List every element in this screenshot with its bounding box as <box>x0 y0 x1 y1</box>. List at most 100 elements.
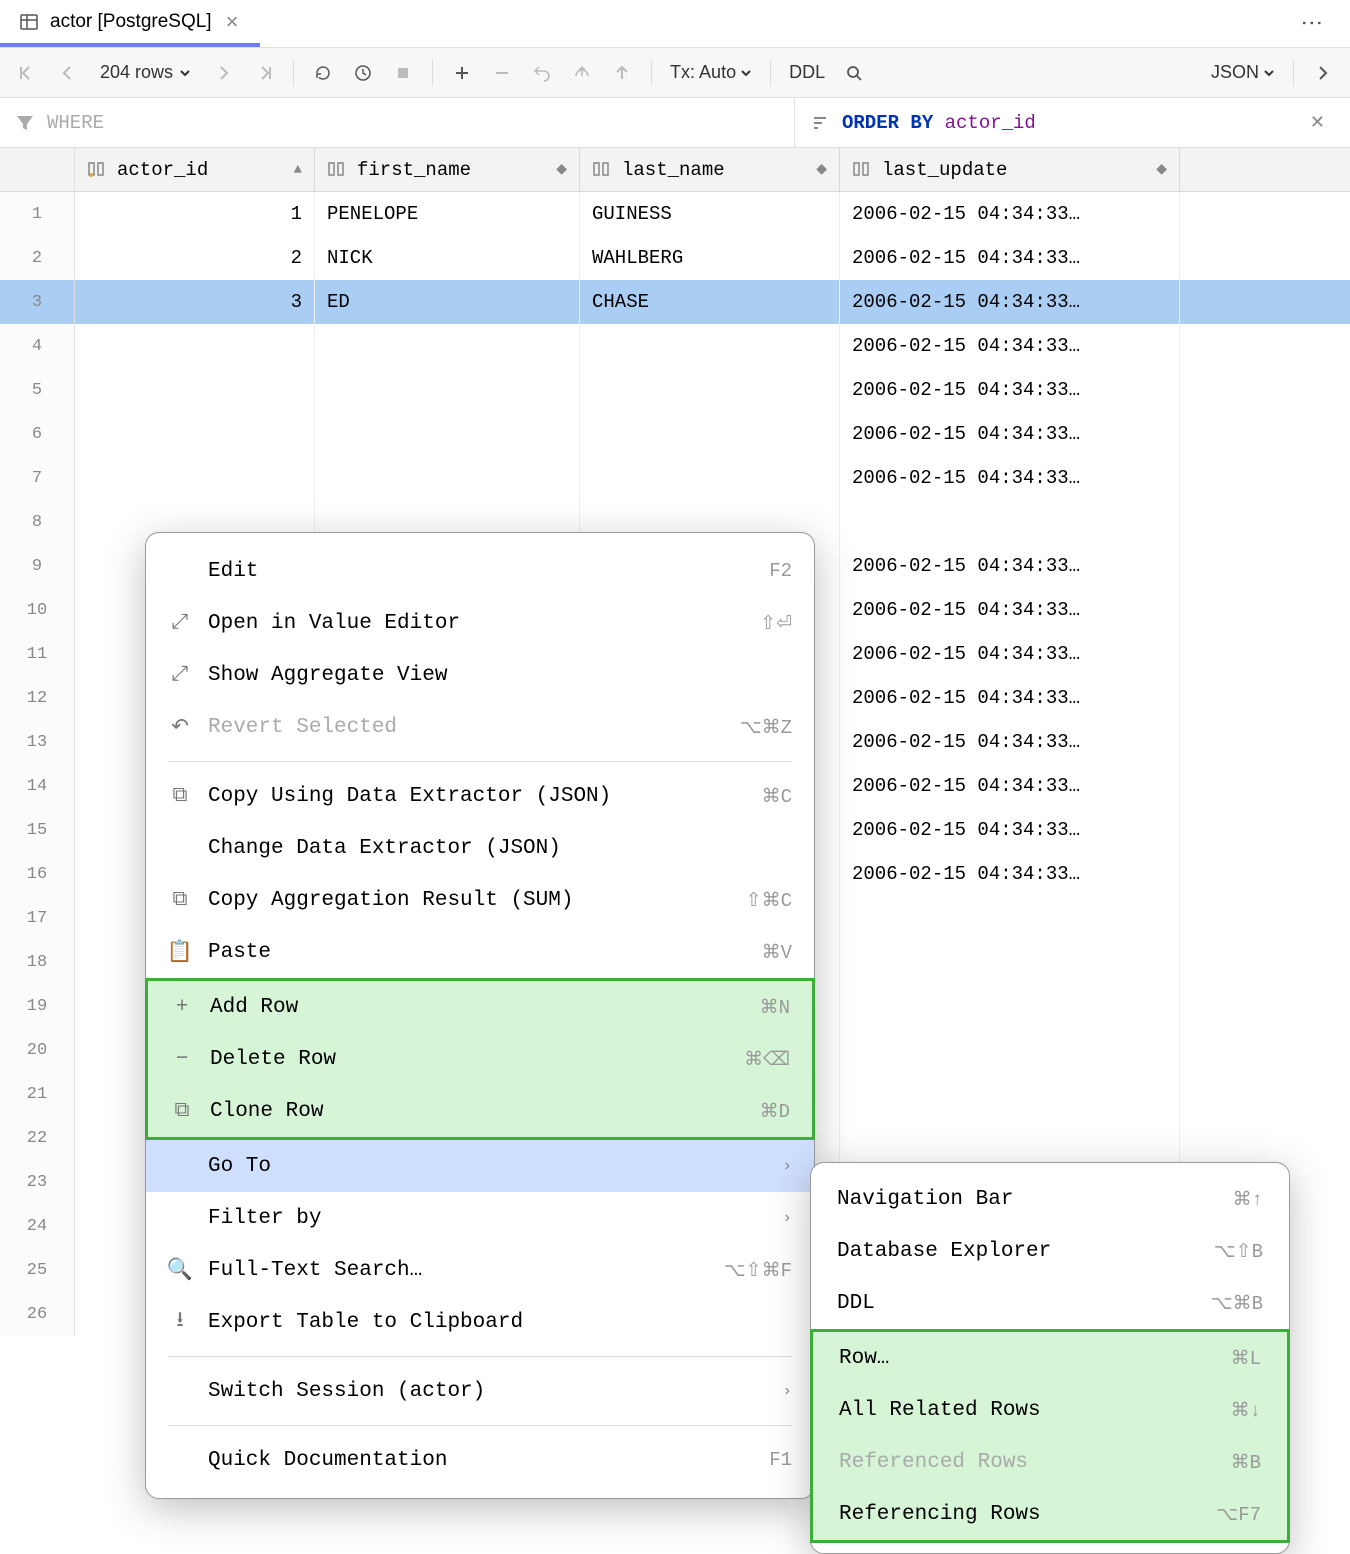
table-row[interactable]: 72006-02-15 04:34:33… <box>0 456 1350 500</box>
cell-last-update[interactable]: 2006-02-15 04:34:33… <box>840 368 1180 412</box>
ctx-full-text-search[interactable]: 🔍Full-Text Search…⌥⇧⌘F <box>146 1244 814 1296</box>
table-row[interactable]: 62006-02-15 04:34:33… <box>0 412 1350 456</box>
cell-last-update[interactable]: 2006-02-15 04:34:33… <box>840 676 1180 720</box>
cell-last-update[interactable]: 2006-02-15 04:34:33… <box>840 632 1180 676</box>
submit-icon[interactable] <box>605 56 639 90</box>
cell-last-update[interactable] <box>840 1072 1180 1116</box>
column-header-actor-id[interactable]: actor_id ▲ <box>75 148 315 191</box>
ctx-copy-aggregation[interactable]: ⧉Copy Aggregation Result (SUM)⇧⌘C <box>146 874 814 926</box>
ctx-aggregate-view[interactable]: ⤢Show Aggregate View <box>146 649 814 701</box>
sub-ddl[interactable]: DDL⌥⌘B <box>811 1277 1289 1329</box>
cell-last-update[interactable] <box>840 1116 1180 1160</box>
search-icon[interactable] <box>837 56 871 90</box>
cell-last-update[interactable] <box>840 500 1180 544</box>
cell-first-name[interactable] <box>315 324 580 368</box>
revert-icon[interactable] <box>525 56 559 90</box>
cell-last-update[interactable]: 2006-02-15 04:34:33… <box>840 192 1180 236</box>
ctx-filter-by[interactable]: Filter by› <box>146 1192 814 1244</box>
cell-last-update[interactable]: 2006-02-15 04:34:33… <box>840 324 1180 368</box>
cell-last-name[interactable]: WAHLBERG <box>580 236 840 280</box>
column-header-last-name[interactable]: last_name ◆ <box>580 148 840 191</box>
cell-last-update[interactable] <box>840 984 1180 1028</box>
cell-last-name[interactable] <box>580 368 840 412</box>
next-page-icon[interactable] <box>207 56 241 90</box>
ctx-switch-session[interactable]: Switch Session (actor)› <box>146 1365 814 1417</box>
add-row-icon[interactable] <box>445 56 479 90</box>
expand-icon[interactable] <box>1306 56 1340 90</box>
delete-row-icon[interactable] <box>485 56 519 90</box>
row-count-dropdown[interactable]: 204 rows <box>90 62 201 83</box>
first-page-icon[interactable] <box>10 56 44 90</box>
format-dropdown[interactable]: JSON <box>1205 62 1281 83</box>
sub-row[interactable]: Row…⌘L <box>813 1332 1287 1384</box>
ctx-copy-extractor[interactable]: ⧉Copy Using Data Extractor (JSON)⌘C <box>146 770 814 822</box>
cell-actor-id[interactable] <box>75 456 315 500</box>
column-header-first-name[interactable]: first_name ◆ <box>315 148 580 191</box>
cell-last-update[interactable] <box>840 940 1180 984</box>
cell-last-name[interactable]: GUINESS <box>580 192 840 236</box>
cell-actor-id[interactable] <box>75 324 315 368</box>
close-tab-icon[interactable]: × <box>222 9 243 35</box>
table-row[interactable]: 42006-02-15 04:34:33… <box>0 324 1350 368</box>
cell-last-update[interactable]: 2006-02-15 04:34:33… <box>840 808 1180 852</box>
last-page-icon[interactable] <box>247 56 281 90</box>
cell-last-update[interactable]: 2006-02-15 04:34:33… <box>840 764 1180 808</box>
cell-last-update[interactable]: 2006-02-15 04:34:33… <box>840 720 1180 764</box>
ctx-open-value-editor[interactable]: ⤢Open in Value Editor⇧⏎ <box>146 597 814 649</box>
cell-first-name[interactable]: ED <box>315 280 580 324</box>
ctx-go-to[interactable]: Go To› <box>146 1140 814 1192</box>
cell-last-update[interactable]: 2006-02-15 04:34:33… <box>840 544 1180 588</box>
column-header-last-update[interactable]: last_update ◆ <box>840 148 1180 191</box>
cell-first-name[interactable]: NICK <box>315 236 580 280</box>
cell-last-update[interactable]: 2006-02-15 04:34:33… <box>840 588 1180 632</box>
ctx-edit[interactable]: EditF2 <box>146 545 814 597</box>
cell-actor-id[interactable] <box>75 368 315 412</box>
cell-first-name[interactable] <box>315 368 580 412</box>
ctx-add-row[interactable]: +Add Row⌘N <box>148 981 812 1033</box>
cell-actor-id[interactable]: 1 <box>75 192 315 236</box>
cell-last-name[interactable] <box>580 412 840 456</box>
cell-last-name[interactable] <box>580 456 840 500</box>
cell-first-name[interactable] <box>315 456 580 500</box>
ctx-export-clipboard[interactable]: ⭳Export Table to Clipboard <box>146 1296 814 1348</box>
cell-last-update[interactable]: 2006-02-15 04:34:33… <box>840 236 1180 280</box>
clock-page-icon[interactable] <box>346 56 380 90</box>
cell-last-update[interactable]: 2006-02-15 04:34:33… <box>840 852 1180 896</box>
ctx-change-extractor[interactable]: Change Data Extractor (JSON) <box>146 822 814 874</box>
cell-last-update[interactable]: 2006-02-15 04:34:33… <box>840 456 1180 500</box>
cell-first-name[interactable]: PENELOPE <box>315 192 580 236</box>
sub-navigation-bar[interactable]: Navigation Bar⌘↑ <box>811 1173 1289 1225</box>
cell-last-update[interactable]: 2006-02-15 04:34:33… <box>840 280 1180 324</box>
ctx-clone-row[interactable]: ⧉Clone Row⌘D <box>148 1085 812 1137</box>
tx-dropdown[interactable]: Tx: Auto <box>664 62 758 83</box>
clear-order-icon[interactable]: ✕ <box>1310 112 1335 133</box>
editor-tab[interactable]: actor [PostgreSQL] × <box>0 0 260 47</box>
cell-actor-id[interactable]: 3 <box>75 280 315 324</box>
ctx-paste[interactable]: 📋Paste⌘V <box>146 926 814 978</box>
prev-page-icon[interactable] <box>50 56 84 90</box>
where-input[interactable]: WHERE <box>47 112 104 134</box>
cell-first-name[interactable] <box>315 412 580 456</box>
cell-last-update[interactable]: 2006-02-15 04:34:33… <box>840 412 1180 456</box>
table-row[interactable]: 11PENELOPEGUINESS2006-02-15 04:34:33… <box>0 192 1350 236</box>
ctx-quick-doc[interactable]: Quick DocumentationF1 <box>146 1434 814 1486</box>
table-row[interactable]: 22NICKWAHLBERG2006-02-15 04:34:33… <box>0 236 1350 280</box>
cell-last-name[interactable]: CHASE <box>580 280 840 324</box>
cell-actor-id[interactable] <box>75 412 315 456</box>
sub-all-related-rows[interactable]: All Related Rows⌘↓ <box>813 1384 1287 1436</box>
sub-database-explorer[interactable]: Database Explorer⌥⇧B <box>811 1225 1289 1277</box>
tab-options-icon[interactable]: ⋮ <box>1274 12 1350 36</box>
sub-referencing-rows[interactable]: Referencing Rows⌥F7 <box>813 1488 1287 1540</box>
cell-last-update[interactable] <box>840 896 1180 940</box>
commit-icon[interactable] <box>565 56 599 90</box>
stop-icon[interactable] <box>386 56 420 90</box>
table-row[interactable]: 33EDCHASE2006-02-15 04:34:33… <box>0 280 1350 324</box>
cell-last-name[interactable] <box>580 324 840 368</box>
reload-icon[interactable] <box>306 56 340 90</box>
ddl-button[interactable]: DDL <box>783 62 831 83</box>
cell-actor-id[interactable]: 2 <box>75 236 315 280</box>
cell-last-update[interactable] <box>840 1028 1180 1072</box>
ctx-delete-row[interactable]: −Delete Row⌘⌫ <box>148 1033 812 1085</box>
order-by-input[interactable]: ORDER BY actor_id <box>842 112 1036 134</box>
table-row[interactable]: 52006-02-15 04:34:33… <box>0 368 1350 412</box>
